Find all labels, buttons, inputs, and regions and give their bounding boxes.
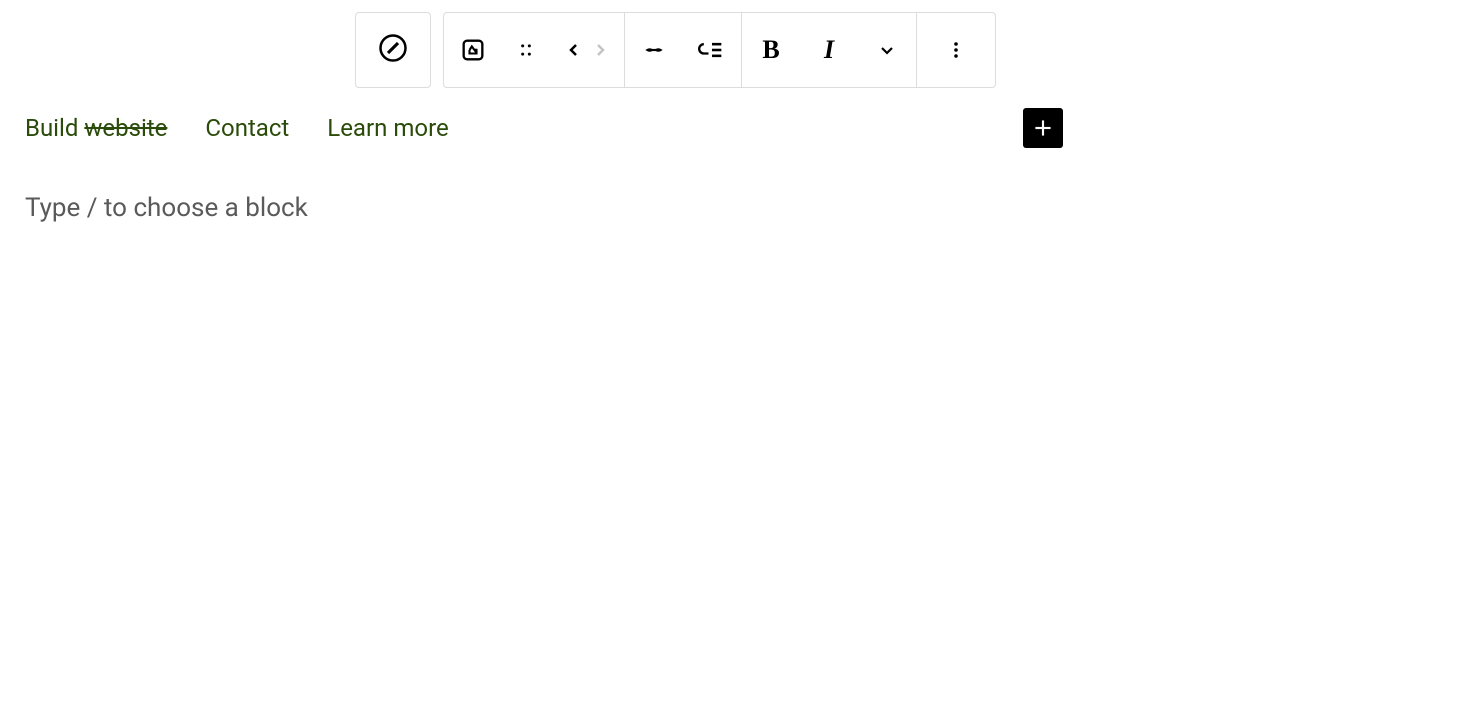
toolbar-group: B I xyxy=(443,12,996,88)
navigation-block[interactable]: Build website Contact Learn more xyxy=(25,108,1453,148)
link-button[interactable] xyxy=(625,13,683,87)
toolbar-segment-navigation xyxy=(444,13,625,87)
chevron-down-icon xyxy=(875,38,899,62)
chevron-right-icon xyxy=(588,38,612,62)
more-vertical-icon xyxy=(944,38,968,62)
nav-link-item-2[interactable]: Learn more xyxy=(327,114,448,142)
nav-links-container: Build website Contact Learn more xyxy=(25,114,449,142)
submenu-icon xyxy=(698,36,726,64)
paragraph-placeholder-text: Type / to choose a block xyxy=(25,193,308,223)
drag-handle-button[interactable] xyxy=(502,13,550,87)
more-options-button[interactable] xyxy=(917,13,995,87)
block-inserter-button[interactable] xyxy=(1023,108,1063,148)
nav-link-text: Contact xyxy=(205,114,289,142)
select-parent-button[interactable] xyxy=(444,13,502,87)
toolbar-segment-link xyxy=(625,13,742,87)
block-toolbar: B I xyxy=(355,12,1453,88)
toolbar-segment-format: B I xyxy=(742,13,917,87)
plus-icon xyxy=(1030,115,1056,141)
move-right-button[interactable] xyxy=(576,13,624,87)
link-icon xyxy=(641,37,667,63)
navigation-icon xyxy=(378,33,408,67)
more-formatting-button[interactable] xyxy=(858,13,916,87)
italic-button[interactable]: I xyxy=(800,13,858,87)
toolbar-segment-more xyxy=(917,13,995,87)
nav-link-item-1[interactable]: Contact xyxy=(205,114,289,142)
nav-link-text: Learn more xyxy=(327,114,448,142)
select-parent-icon xyxy=(459,36,487,64)
drag-handle-icon xyxy=(516,40,536,60)
add-submenu-button[interactable] xyxy=(683,13,741,87)
nav-link-text-pre: Build xyxy=(25,114,84,142)
bold-button[interactable]: B xyxy=(742,13,800,87)
italic-icon: I xyxy=(824,35,834,65)
editor-canvas: B I xyxy=(0,0,1478,235)
empty-paragraph-block[interactable]: Type / to choose a block xyxy=(25,193,1453,223)
nav-link-item-0[interactable]: Build website xyxy=(25,114,167,142)
nav-link-text-strike: website xyxy=(84,114,167,142)
bold-icon: B xyxy=(762,35,779,65)
block-type-button[interactable] xyxy=(355,12,431,88)
